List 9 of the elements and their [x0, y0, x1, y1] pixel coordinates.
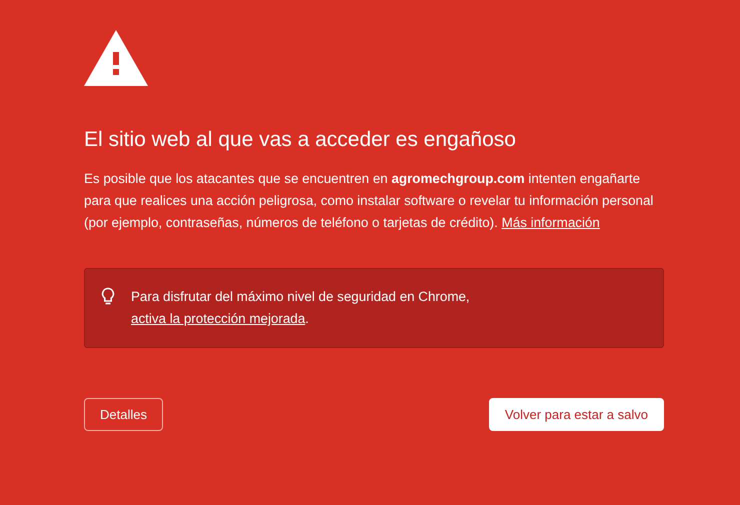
lightbulb-icon [101, 287, 115, 307]
details-button[interactable]: Detalles [84, 398, 163, 431]
warning-icon [84, 30, 148, 86]
page-heading: El sitio web al que vas a acceder es engañoso [84, 127, 517, 153]
enhanced-protection-link[interactable]: activa la protección mejorada [131, 311, 306, 326]
warning-message: Es posible que los atacantes que se encuentren en agromechgroup.com intenten engañarte para que realices una acción peligrosa, como instalar software o revelar tu información personal (por ejemplo, contraseñas, números de teléfono o tarjetas de crédito). Más información [84, 170, 654, 232]
back-to-safety-button[interactable]: Volver para estar a salvo [488, 398, 664, 431]
more-info-link[interactable]: Más información [502, 215, 600, 230]
notice-text: Para disfrutar del máximo nivel de seguridad en Chrome, activa la protección mejorada. [131, 288, 471, 328]
